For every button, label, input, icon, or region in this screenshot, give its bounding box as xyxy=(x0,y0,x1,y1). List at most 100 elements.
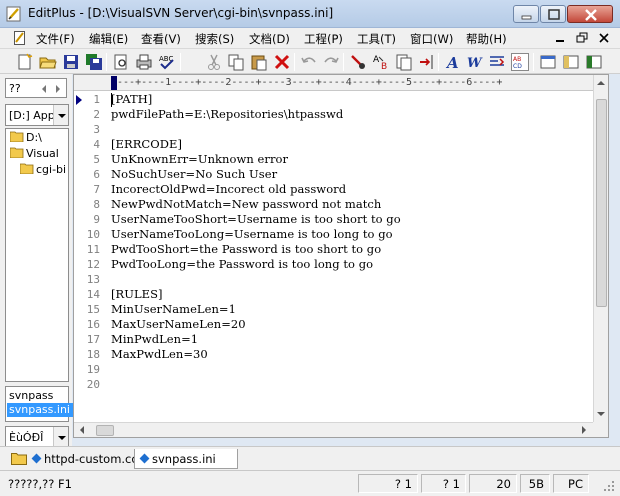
sort-icon[interactable]: AB CD xyxy=(511,53,529,71)
vertical-scrollbar[interactable] xyxy=(593,75,608,422)
find-icon[interactable] xyxy=(349,53,367,71)
maximize-button[interactable] xyxy=(540,5,566,23)
code-line[interactable]: [RULES] xyxy=(111,287,163,301)
file-filter-select[interactable]: ÈùÓÐÎ xyxy=(5,426,69,448)
list-item[interactable]: svnpass xyxy=(7,389,73,403)
mdi-minimize-icon[interactable] xyxy=(553,31,568,45)
status-column: ? 1 xyxy=(421,474,466,493)
print-preview-icon[interactable] xyxy=(112,53,130,71)
code-line[interactable]: MaxUserNameLen=20 xyxy=(111,317,246,331)
goto-line-icon[interactable] xyxy=(418,53,436,71)
horizontal-scroll-thumb[interactable] xyxy=(96,425,114,436)
new-file-icon[interactable] xyxy=(16,53,34,71)
status-bar: ?????,?? F1 ? 1 ? 1 20 5B PC xyxy=(0,470,620,496)
drive-select[interactable]: [D:] App xyxy=(5,104,69,126)
code-line[interactable]: MinUserNameLen=1 xyxy=(111,302,236,316)
print-icon[interactable] xyxy=(135,53,153,71)
code-line[interactable]: pwdFilePath=E:\Repositories\htpasswd xyxy=(111,107,343,121)
panel-tab[interactable]: ?? xyxy=(5,78,67,98)
save-icon[interactable] xyxy=(62,53,80,71)
folder-open-icon xyxy=(20,163,34,174)
menu-file[interactable]: 文件(F) xyxy=(36,31,75,47)
code-area[interactable]: [PATH] pwdFilePath=E:\Repositories\htpass… xyxy=(111,92,591,422)
code-line[interactable]: PwdTooShort=the Password is too short to… xyxy=(111,242,381,256)
close-button[interactable] xyxy=(567,5,613,23)
line-number-gutter: 1 2 3 4 5 6 7 8 9 10 11 12 13 14 15 16 17 18 19 20 xyxy=(74,92,108,422)
code-line[interactable]: [ERRCODE] xyxy=(111,137,182,151)
code-line[interactable]: [PATH] xyxy=(111,92,152,106)
undo-icon[interactable] xyxy=(300,53,318,71)
line-number: 8 xyxy=(93,198,100,211)
word-wrap-icon[interactable]: W xyxy=(466,53,484,71)
code-line[interactable]: NoSuchUser=No Such User xyxy=(111,167,277,181)
tree-item-visualsvn[interactable]: Visual xyxy=(10,147,59,160)
menu-view[interactable]: 查看(V) xyxy=(141,31,181,47)
spell-check-icon[interactable]: ABC xyxy=(158,53,176,71)
open-folder-icon[interactable] xyxy=(39,53,57,71)
replace-icon[interactable]: AB xyxy=(372,53,390,71)
line-number: 14 xyxy=(86,288,100,301)
save-all-icon[interactable] xyxy=(85,53,103,71)
menu-search[interactable]: 搜索(S) xyxy=(195,31,234,47)
minimize-button[interactable] xyxy=(513,5,539,23)
chevron-down-icon[interactable] xyxy=(53,427,68,447)
tab-svnpass[interactable]: svnpass.ini xyxy=(134,449,238,469)
current-line-marker-icon xyxy=(76,95,82,105)
copy-icon[interactable] xyxy=(227,53,245,71)
line-number: 5 xyxy=(93,153,100,166)
chevron-down-icon[interactable] xyxy=(53,105,68,125)
mdi-close-icon[interactable] xyxy=(597,31,612,45)
menu-window[interactable]: 窗口(W) xyxy=(410,31,453,47)
menu-tools[interactable]: 工具(T) xyxy=(357,31,396,47)
line-number: 1 xyxy=(93,93,100,106)
line-number: 6 xyxy=(93,168,100,181)
scroll-corner xyxy=(593,422,608,437)
font-icon[interactable]: A xyxy=(444,53,462,71)
scroll-right-icon[interactable] xyxy=(582,426,586,434)
document-icon[interactable] xyxy=(14,31,26,45)
redo-icon[interactable] xyxy=(322,53,340,71)
svg-text:A: A xyxy=(373,55,380,65)
svg-text:W: W xyxy=(467,56,483,71)
paste-icon[interactable] xyxy=(250,53,268,71)
menu-edit[interactable]: 编辑(E) xyxy=(89,31,128,47)
code-line[interactable]: UserNameTooShort=Username is too short t… xyxy=(111,212,401,226)
vertical-scroll-thumb[interactable] xyxy=(596,99,607,307)
editplus-app-icon[interactable] xyxy=(6,6,22,22)
code-line[interactable]: UserNameTooLong=Username is too long to … xyxy=(111,227,393,241)
scroll-up-icon[interactable] xyxy=(597,81,605,85)
resize-grip-icon[interactable] xyxy=(602,479,616,493)
code-line[interactable]: MaxPwdLen=30 xyxy=(111,347,208,361)
text-editor[interactable]: ----+----1----+----2----+----3----+----4… xyxy=(73,74,609,438)
cliptext-window-icon[interactable] xyxy=(585,53,603,71)
full-screen-icon[interactable] xyxy=(539,53,557,71)
code-line[interactable]: UnKnownErr=Unknown error xyxy=(111,152,288,166)
arrow-left-icon[interactable] xyxy=(42,85,46,93)
status-file-size: 5B xyxy=(520,474,550,493)
line-number: 15 xyxy=(86,303,100,316)
code-line[interactable]: PwdTooLong=the Password is too long to g… xyxy=(111,257,373,271)
horizontal-scrollbar[interactable] xyxy=(74,422,594,437)
list-item[interactable]: svnpass.ini xyxy=(7,403,73,417)
folder-icon[interactable] xyxy=(11,452,27,465)
arrow-right-icon[interactable] xyxy=(56,85,60,93)
code-line[interactable]: IncorectOldPwd=Incorect old password xyxy=(111,182,346,196)
menu-document[interactable]: 文档(D) xyxy=(249,31,290,47)
code-line[interactable]: MinPwdLen=1 xyxy=(111,332,198,346)
directory-panel: ?? [D:] App D:\ Visual cgi-bi svnpass sv… xyxy=(0,74,73,450)
scroll-left-icon[interactable] xyxy=(80,426,84,434)
indent-icon[interactable] xyxy=(488,53,506,71)
code-line[interactable]: NewPwdNotMatch=New password not match xyxy=(111,197,381,211)
tree-item-drive[interactable]: D:\ xyxy=(10,131,42,144)
cut-icon[interactable] xyxy=(205,53,223,71)
tree-item-cgi-bin[interactable]: cgi-bi xyxy=(20,163,66,176)
find-in-files-icon[interactable] xyxy=(395,53,413,71)
tab-httpd-custom[interactable]: httpd-custom.co xyxy=(29,449,138,469)
mdi-restore-icon[interactable] xyxy=(575,31,590,45)
menu-help[interactable]: 帮助(H) xyxy=(466,31,507,47)
line-number: 20 xyxy=(86,378,100,391)
directory-window-icon[interactable] xyxy=(562,53,580,71)
delete-icon[interactable] xyxy=(273,53,291,71)
scroll-down-icon[interactable] xyxy=(597,412,605,416)
menu-project[interactable]: 工程(P) xyxy=(304,31,343,47)
